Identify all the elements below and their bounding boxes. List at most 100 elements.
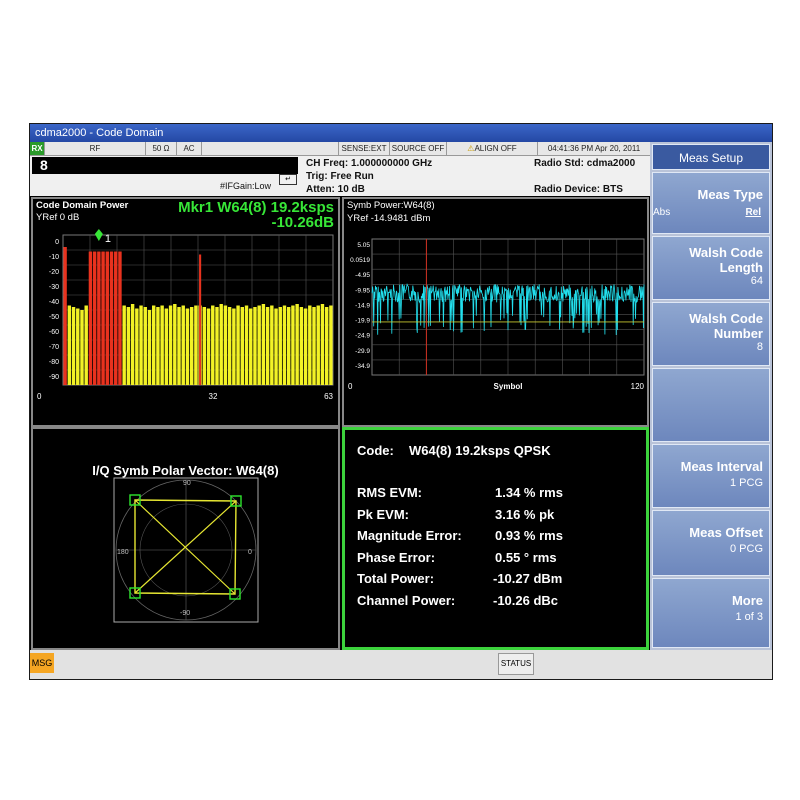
- cdp-title: Code Domain Power: [36, 200, 129, 211]
- cdp-y-tick: -80: [49, 359, 59, 366]
- empty-softkey[interactable]: [652, 368, 770, 442]
- app-window: cdma2000 - Code Domain RX RF 50 Ω AC SEN…: [29, 123, 773, 680]
- walsh-code-number-button[interactable]: Walsh Code Number 8: [652, 302, 770, 366]
- status-button[interactable]: STATUS: [498, 653, 534, 675]
- meas-offset-value: 0 PCG: [729, 543, 763, 555]
- result-value: 0.55 ° rms: [495, 549, 557, 565]
- align-text: ALIGN OFF: [474, 144, 517, 153]
- cdp-bar: [291, 305, 295, 385]
- cdp-bar: [236, 305, 240, 385]
- msg-button[interactable]: MSG: [30, 653, 54, 673]
- result-value: 1.34 % rms: [495, 485, 563, 500]
- cdp-bar: [177, 307, 181, 385]
- walsh-code-length-button[interactable]: Walsh Code Length 64: [652, 236, 770, 300]
- cdp-bar: [143, 307, 147, 385]
- symb-panel[interactable]: Symb Power:W64(8) YRef -14.9481 dBm 5.05…: [342, 197, 649, 427]
- meas-type-button[interactable]: Meas Type Abs Rel: [652, 172, 770, 234]
- cdp-y-tick: -90: [49, 374, 59, 381]
- cdp-bar: [295, 304, 299, 385]
- cdp-bar: [329, 305, 333, 385]
- result-value: 3.16 % pk: [495, 506, 555, 522]
- walsh-len-label1: Walsh Code: [689, 245, 763, 260]
- bottom-bar: [30, 650, 772, 679]
- meas-setup-header: Meas Setup: [652, 144, 770, 170]
- more-value: 1 of 3: [735, 611, 763, 623]
- cdp-x-left: 0: [37, 392, 42, 401]
- cdp-bar: [97, 251, 101, 385]
- cdp-bar: [303, 308, 308, 385]
- result-value: 0.93 % rms: [495, 528, 563, 543]
- walsh-num-label1: Walsh Code: [689, 311, 763, 326]
- symb-chart[interactable]: 5.05 0.0519 -4.95 -9.95 -14.9 -19.9 -24.9 -29.9…: [344, 229, 647, 425]
- cdp-bar: [168, 305, 173, 385]
- status-row: RX RF 50 Ω AC SENSE:EXT SOURCE OFF ⚠ALIG…: [30, 142, 650, 156]
- symb-y-tick: 0.0519: [350, 257, 370, 264]
- cdp-bar: [324, 307, 329, 385]
- cdp-bar: [76, 308, 80, 385]
- result-label: RMS EVM:: [357, 485, 422, 500]
- blank-status: [202, 142, 339, 155]
- cdp-bar: [185, 308, 190, 385]
- cdp-bar: [126, 307, 131, 385]
- rx-indicator: RX: [30, 142, 45, 155]
- cdp-bar: [316, 305, 320, 385]
- iq-label-top: 90: [183, 480, 191, 487]
- cdp-bar: [299, 307, 304, 385]
- cdp-bar: [308, 305, 312, 385]
- cdp-x-right: 63: [324, 392, 333, 401]
- symb-y-tick: -24.9: [355, 333, 370, 340]
- cdp-chart[interactable]: 0 -10 -20 -30 -40 -50 -60 -70 -80 -90 1 0 32 63: [33, 229, 338, 425]
- cdp-bar: [244, 305, 249, 385]
- sense-status: SENSE:EXT: [339, 142, 390, 155]
- cdp-y-tick: 0: [55, 239, 59, 246]
- cdp-bar: [164, 308, 169, 385]
- symb-y-tick: -34.9: [355, 363, 370, 370]
- symb-x-left: 0: [348, 382, 353, 391]
- entry-value: 8: [40, 157, 48, 173]
- more-button[interactable]: More 1 of 3: [652, 578, 770, 648]
- cdp-bar: [173, 304, 177, 385]
- cdp-bar: [181, 305, 185, 385]
- cdp-bar: [249, 308, 253, 385]
- cdp-yref: YRef 0 dB: [36, 212, 80, 223]
- result-label: Magnitude Error:: [357, 528, 462, 543]
- cdp-bar: [227, 307, 232, 385]
- cdp-y-tick: -70: [49, 344, 59, 351]
- meas-type-abs[interactable]: Abs: [653, 207, 670, 218]
- meas-offset-button[interactable]: Meas Offset 0 PCG: [652, 510, 770, 576]
- cdp-y-tick: -20: [49, 269, 59, 276]
- iq-chart[interactable]: [113, 477, 259, 623]
- cdp-bar: [80, 310, 84, 385]
- results-panel[interactable]: Code: W64(8) 19.2ksps QPSK RMS EVM: 1.34 …: [342, 427, 649, 650]
- iq-label-bottom: -90: [180, 610, 191, 617]
- walsh-num-value: 8: [756, 341, 763, 353]
- cdp-bar: [92, 251, 97, 385]
- radio-std: Radio Std: cdma2000: [534, 158, 636, 169]
- iq-panel[interactable]: I/Q Symb Polar Vector: W64(8) 90 180 0 -…: [31, 427, 340, 650]
- cdp-bar: [320, 304, 325, 385]
- cdp-bar: [67, 305, 72, 385]
- cdp-bar: [232, 308, 236, 385]
- cdp-bar: [147, 310, 152, 385]
- result-value: -10.27 dBm: [493, 571, 563, 586]
- cdp-bar: [63, 247, 67, 385]
- result-label: Total Power:: [357, 571, 435, 586]
- title-bar: cdma2000 - Code Domain: [30, 124, 772, 142]
- result-value: -10.26 dBc: [493, 592, 559, 608]
- cdp-bar: [223, 305, 228, 385]
- symb-yref: YRef -14.9481 dBm: [347, 213, 431, 224]
- cdp-panel[interactable]: Code Domain Power YRef 0 dB Mkr1 W64(8) …: [31, 197, 340, 427]
- cdp-bar: [312, 307, 316, 385]
- result-label: Phase Error:: [357, 549, 436, 565]
- iq-label-right: 0: [248, 549, 252, 556]
- cdp-bar: [109, 251, 114, 385]
- meas-interval-button[interactable]: Meas Interval 1 PCG: [652, 444, 770, 508]
- cdp-y-tick: -30: [49, 284, 59, 291]
- symb-title: Symb Power:W64(8): [347, 200, 435, 211]
- entry-display: 8: [32, 157, 298, 174]
- window-title: cdma2000 - Code Domain: [35, 127, 164, 139]
- walsh-len-label2: Length: [719, 260, 763, 275]
- cdp-bar: [151, 305, 156, 385]
- meas-type-rel[interactable]: Rel: [745, 207, 761, 218]
- cdp-y-tick: -10: [49, 254, 59, 261]
